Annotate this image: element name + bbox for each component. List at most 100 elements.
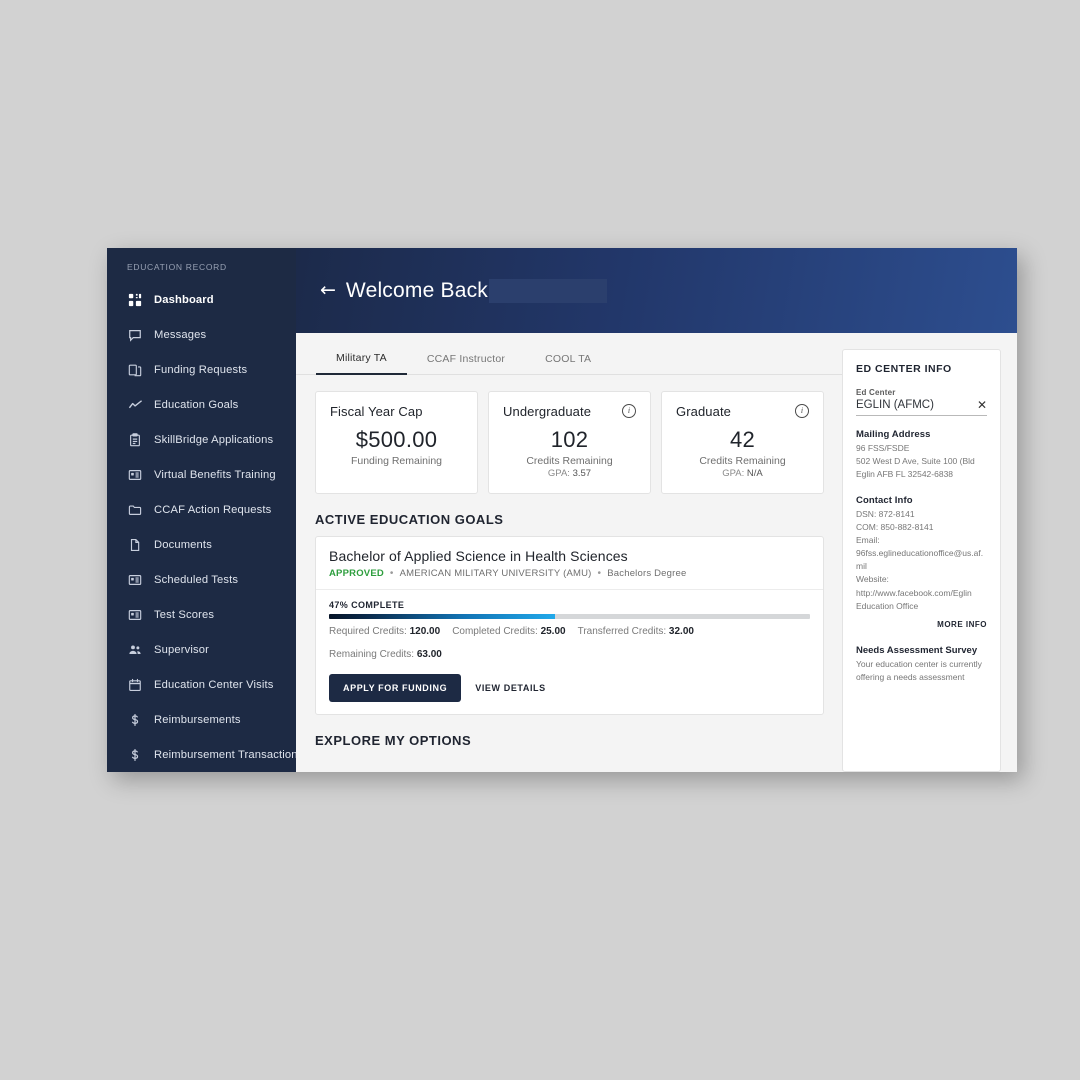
sidebar-item-label: Messages (154, 328, 207, 341)
goal-degree: Bachelors Degree (607, 568, 687, 579)
sidebar-item-label: Dashboard (154, 293, 214, 306)
stat-card-graduate: Graduate i 42 Credits Remaining GPA: N/A (661, 391, 824, 494)
id-card-icon (127, 467, 143, 483)
stat-card-value: $500.00 (355, 427, 438, 452)
contact-info-heading: Contact Info (856, 494, 913, 506)
goal-actions: APPLY FOR FUNDING VIEW DETAILS (329, 674, 810, 702)
mailing-address-heading: Mailing Address (856, 429, 931, 440)
education-goal-card: Bachelor of Applied Science in Health Sc… (315, 536, 824, 715)
sidebar-item-messages[interactable]: Messages (107, 317, 296, 352)
stat-card-title: Graduate (676, 404, 732, 419)
credit-label: Remaining Credits: (329, 649, 415, 660)
gpa-value: 3.57 (572, 468, 592, 479)
sidebar-item-label: Test Scores (154, 608, 215, 621)
stat-card-subtitle: Funding Remaining (350, 455, 443, 467)
contact-info-line: COM: 850-882-8141 (856, 521, 934, 532)
stat-cards-row: Fiscal Year Cap $500.00 Funding Remainin… (315, 391, 824, 494)
sidebar-item-documents[interactable]: Documents (107, 527, 296, 562)
back-arrow-icon[interactable]: ← (320, 281, 336, 300)
apply-for-funding-button[interactable]: APPLY FOR FUNDING (329, 674, 462, 702)
sidebar-item-label: Virtual Benefits Training (154, 468, 276, 481)
progress-bar-track (329, 614, 810, 619)
more-info-link[interactable]: MORE INFO (856, 620, 987, 629)
goal-card-header: Bachelor of Applied Science in Health Sc… (316, 537, 823, 590)
sidebar-item-education-goals[interactable]: Education Goals (107, 387, 296, 422)
stat-card-gpa: GPA: N/A (676, 468, 809, 479)
chat-bubble-icon (127, 327, 143, 343)
contact-info-line: Education Office (856, 600, 919, 611)
separator-dot: • (597, 568, 602, 579)
sidebar-item-label: Reimbursement Transactions (154, 748, 296, 761)
ed-center-select[interactable]: EGLIN (AFMC) ✕ (856, 399, 987, 416)
content-left-column: Military TA CCAF Instructor COOL TA Fisc… (296, 333, 842, 772)
stat-card-header: Undergraduate i (503, 404, 636, 419)
goal-school: AMERICAN MILITARY UNIVERSITY (AMU) (399, 568, 592, 579)
left-body: Fiscal Year Cap $500.00 Funding Remainin… (296, 375, 842, 772)
stat-card-value: 42 (729, 427, 756, 452)
credit-item: Required Credits: 120.00 (329, 626, 440, 637)
tab-cool-ta[interactable]: COOL TA (525, 353, 611, 374)
dollar-icon (127, 747, 143, 763)
info-icon[interactable]: i (795, 404, 809, 418)
credit-label: Transferred Credits: (577, 626, 667, 637)
tab-ccaf-instructor[interactable]: CCAF Instructor (407, 353, 525, 374)
id-card-icon (127, 607, 143, 623)
stat-card-header: Graduate i (676, 404, 809, 419)
sidebar-item-scheduled-tests[interactable]: Scheduled Tests (107, 562, 296, 597)
sidebar-item-label: Documents (154, 538, 212, 551)
ed-center-selected-value: EGLIN (AFMC) (856, 399, 934, 411)
goal-card-body: 47% COMPLETE Required Credits: 120.00 Co… (316, 590, 823, 714)
needs-assessment-survey-heading: Needs Assessment Survey (856, 644, 978, 656)
credit-value: 120.00 (409, 626, 441, 637)
goal-meta: APPROVED • AMERICAN MILITARY UNIVERSITY … (329, 568, 810, 579)
grid-icon (127, 292, 143, 308)
sidebar-item-label: CCAF Action Requests (154, 503, 272, 516)
sidebar-item-dashboard[interactable]: Dashboard (107, 282, 296, 317)
sidebar-item-label: Reimbursements (154, 713, 241, 726)
stat-card-value: 102 (550, 427, 589, 452)
close-icon[interactable]: ✕ (977, 399, 987, 411)
sidebar-item-reimbursements[interactable]: Reimbursements (107, 702, 296, 737)
stat-card-title: Fiscal Year Cap (330, 404, 423, 419)
stat-card-subtitle: Credits Remaining (526, 455, 613, 467)
mailing-address-line: 96 FSS/FSDE (856, 443, 910, 453)
clipboard-icon (127, 432, 143, 448)
stat-card-subtitle: Credits Remaining (699, 455, 786, 467)
sidebar-item-ccaf-action-requests[interactable]: CCAF Action Requests (107, 492, 296, 527)
id-card-icon (127, 572, 143, 588)
sidebar-item-funding-requests[interactable]: Funding Requests (107, 352, 296, 387)
tab-military-ta[interactable]: Military TA (316, 352, 407, 375)
info-icon[interactable]: i (622, 404, 636, 418)
sidebar-item-test-scores[interactable]: Test Scores (107, 597, 296, 632)
page-title: Welcome Back (345, 278, 488, 302)
sidebar-item-education-center-visits[interactable]: Education Center Visits (107, 667, 296, 702)
credit-item: Remaining Credits: 63.00 (329, 649, 442, 660)
sidebar-item-virtual-benefits-training[interactable]: Virtual Benefits Training (107, 457, 296, 492)
mailing-address-line: Eglin AFB FL 32542-6838 (856, 469, 954, 480)
sidebar-item-supervisor[interactable]: Supervisor (107, 632, 296, 667)
tab-bar: Military TA CCAF Instructor COOL TA (296, 333, 842, 375)
progress-label: 47% COMPLETE (329, 600, 405, 610)
stat-card-header: Fiscal Year Cap (330, 404, 463, 419)
sidebar-item-label: Scheduled Tests (154, 573, 239, 586)
credit-value: 63.00 (416, 649, 442, 660)
redacted-user-name (488, 278, 607, 303)
file-icon (127, 537, 143, 553)
ed-center-field-label: Ed Center (856, 388, 896, 397)
contact-info-email[interactable]: 96fss.eglineducationoffice@us.af.mil (856, 547, 987, 573)
view-details-button[interactable]: VIEW DETAILS (475, 683, 546, 693)
credit-value: 32.00 (668, 626, 694, 637)
sidebar-title: EDUCATION RECORD (127, 262, 227, 272)
panel-title: ED CENTER INFO (856, 363, 952, 375)
active-education-goals-heading: ACTIVE EDUCATION GOALS (315, 512, 504, 527)
credit-label: Required Credits: (329, 626, 407, 637)
credit-item: Completed Credits: 25.00 (452, 626, 565, 637)
contact-info-website[interactable]: http://www.facebook.com/Eglin (856, 587, 987, 600)
mailing-address-line: 502 West D Ave, Suite 100 (Bld (856, 456, 975, 467)
stat-card-gpa: GPA: 3.57 (503, 468, 636, 479)
sidebar-item-reimbursement-transactions[interactable]: Reimbursement Transactions (107, 737, 296, 772)
sidebar-item-skillbridge-applications[interactable]: SkillBridge Applications (107, 422, 296, 457)
goal-name: Bachelor of Applied Science in Health Sc… (329, 548, 628, 564)
copy-documents-icon (127, 362, 143, 378)
sidebar-item-label: SkillBridge Applications (154, 433, 274, 446)
